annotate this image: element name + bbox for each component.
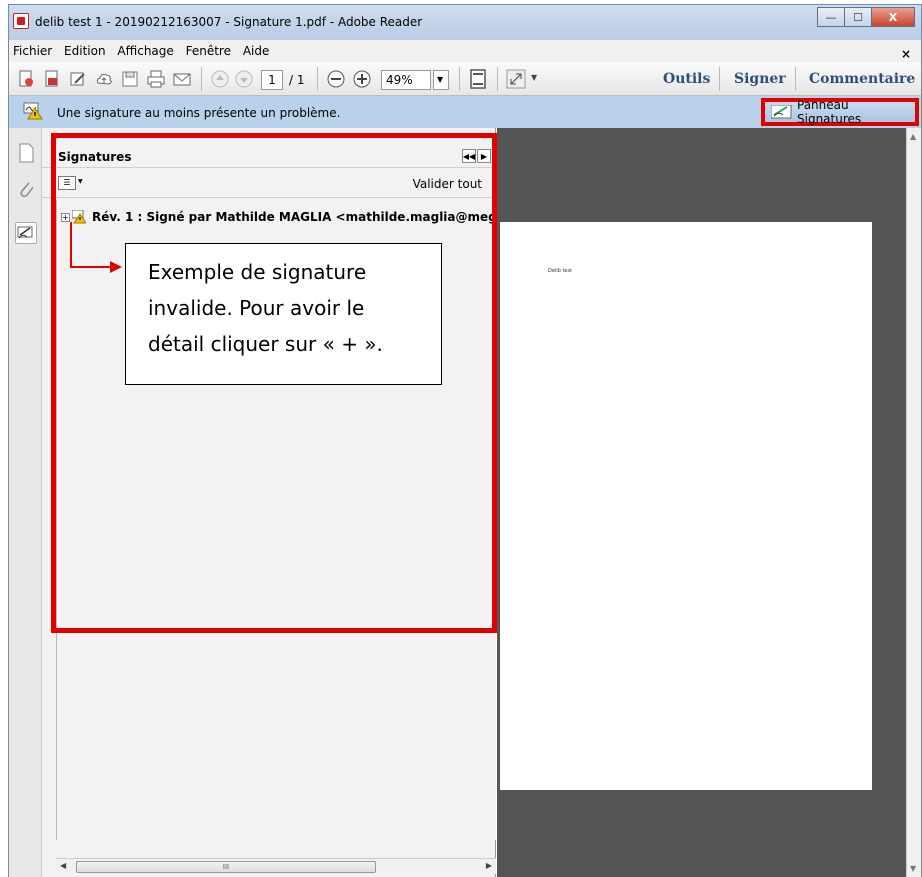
scroll-right-arrow[interactable]: ▶	[486, 861, 492, 870]
annotation-arrow	[70, 222, 72, 268]
scroll-left-arrow[interactable]: ◀	[60, 861, 66, 870]
cloud-upload-icon[interactable]	[93, 68, 115, 90]
zoom-input[interactable]: 49%	[381, 70, 431, 90]
menu-fenetre[interactable]: Fenêtre	[182, 40, 235, 62]
callout-line: détail cliquer sur « + ».	[148, 332, 383, 356]
annotation-arrowhead	[110, 261, 122, 273]
create-pdf-icon[interactable]	[15, 68, 37, 90]
signatures-panel-icon[interactable]	[15, 222, 37, 244]
toolbar: 1 / 1 49% ▼ ▼ Outils Signer Commentaire	[8, 62, 922, 96]
comment-button[interactable]: Commentaire	[809, 71, 915, 87]
page-number-input[interactable]: 1	[261, 70, 283, 90]
sign-button[interactable]: Signer	[734, 71, 786, 87]
callout-line: Exemple de signature	[148, 260, 367, 284]
signature-pen-icon	[770, 104, 793, 119]
scroll-down-arrow[interactable]: ▼	[910, 864, 916, 873]
adobe-reader-icon	[13, 13, 29, 29]
toolbar-separator	[201, 67, 202, 91]
vertical-scrollbar[interactable]: ▲ ▼	[906, 128, 922, 877]
email-icon[interactable]	[171, 68, 193, 90]
previous-page-icon[interactable]	[209, 68, 231, 90]
toolbar-separator	[719, 67, 720, 91]
annotation-arrow	[70, 266, 112, 268]
fit-page-icon[interactable]	[467, 68, 489, 90]
zoom-dropdown[interactable]: ▼	[433, 70, 449, 90]
navigation-rail	[8, 128, 42, 877]
save-icon[interactable]	[119, 68, 141, 90]
zoom-out-icon[interactable]	[325, 68, 347, 90]
toolbar-separator	[459, 67, 460, 91]
toolbar-separator	[317, 67, 318, 91]
full-screen-icon[interactable]	[505, 68, 527, 90]
menu-bar: Fichier Edition Affichage Fenêtre Aide ×	[8, 40, 922, 62]
zoom-in-icon[interactable]	[351, 68, 373, 90]
page-thumbnails-icon[interactable]	[15, 142, 37, 164]
document-view: Delib test	[497, 128, 906, 877]
signature-problem-message: Une signature au moins présente un probl…	[57, 106, 341, 120]
open-pdf-icon[interactable]	[41, 68, 63, 90]
attachments-icon[interactable]	[15, 178, 37, 200]
title-bar: delib test 1 - 20190212163007 - Signatur…	[8, 4, 922, 40]
annotation-callout: Exemple de signature invalide. Pour avoi…	[125, 243, 442, 385]
toolbar-separator	[795, 67, 796, 91]
edit-icon[interactable]	[67, 68, 89, 90]
signature-panel-label: Panneau Signatures	[797, 98, 862, 126]
print-icon[interactable]	[145, 68, 167, 90]
maximize-button[interactable]: ☐	[844, 7, 872, 27]
horizontal-scrollbar[interactable]: ◀ III ▶	[56, 858, 496, 874]
callout-line: invalide. Pour avoir le	[148, 296, 365, 320]
signature-panel-button[interactable]: Panneau Signatures	[761, 98, 919, 126]
menu-aide[interactable]: Aide	[239, 40, 274, 62]
customize-dropdown-icon[interactable]: ▼	[531, 73, 537, 82]
next-page-icon[interactable]	[233, 68, 255, 90]
close-button[interactable]: X	[871, 7, 915, 27]
pdf-page: Delib test	[500, 222, 872, 790]
signature-warning-icon	[23, 102, 43, 120]
page-text: Delib test	[548, 268, 573, 274]
menu-affichage[interactable]: Affichage	[113, 40, 177, 62]
page-total: / 1	[289, 73, 305, 87]
signature-message-bar: Une signature au moins présente un probl…	[8, 96, 922, 128]
toolbar-separator	[497, 67, 498, 91]
menu-edition[interactable]: Edition	[60, 40, 110, 62]
window-title: delib test 1 - 20190212163007 - Signatur…	[35, 15, 423, 29]
window-controls: — ☐ X	[817, 7, 915, 29]
minimize-button[interactable]: —	[817, 7, 845, 27]
menu-fichier[interactable]: Fichier	[9, 40, 56, 62]
scrollbar-thumb[interactable]: III	[76, 861, 376, 873]
scroll-up-arrow[interactable]: ▲	[910, 132, 916, 141]
tools-button[interactable]: Outils	[663, 71, 710, 87]
